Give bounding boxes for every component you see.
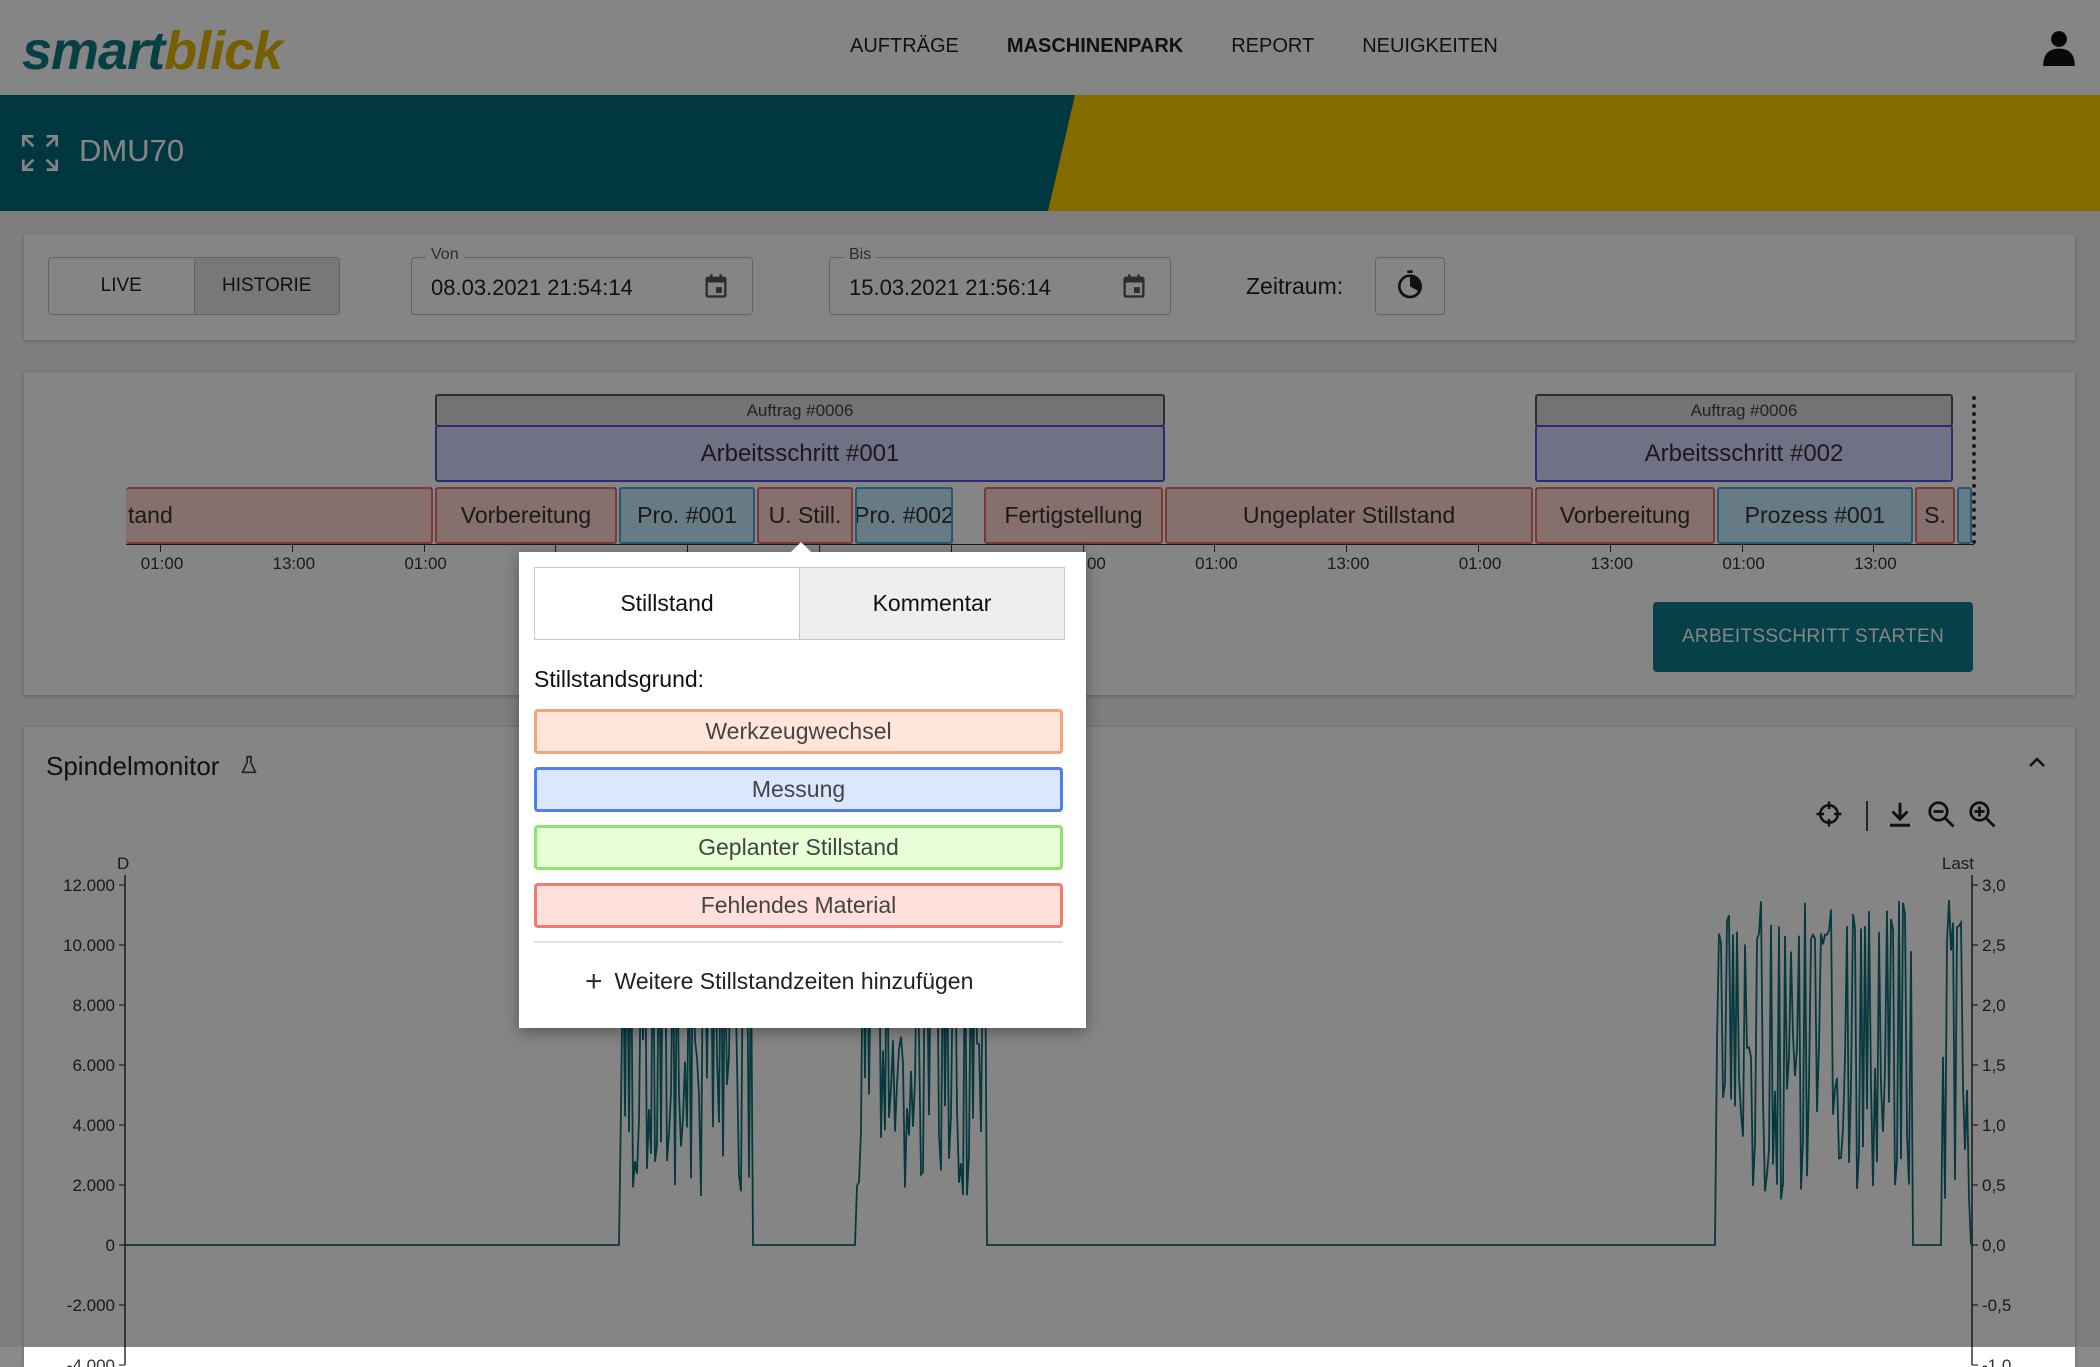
left-tick-label: -4.000 (67, 1356, 115, 1367)
reason-werkzeugwechsel[interactable]: Werkzeugwechsel (534, 709, 1063, 754)
popup-divider (534, 941, 1063, 943)
reason-fehlendes-material[interactable]: Fehlendes Material (534, 883, 1063, 928)
page: smartblick AUFTRÄGE MASCHINENPARK REPORT… (0, 0, 2100, 1367)
popup-arrow (790, 542, 812, 553)
popup-tabs: Stillstand Kommentar (534, 567, 1065, 640)
tab-stillstand[interactable]: Stillstand (535, 568, 799, 639)
right-tick-label: -1,0 (1982, 1356, 2011, 1367)
downtime-reason-label: Stillstandsgrund: (534, 666, 705, 692)
reason-messung[interactable]: Messung (534, 767, 1063, 812)
tab-kommentar[interactable]: Kommentar (799, 568, 1064, 639)
plus-icon: + (585, 964, 603, 998)
add-downtime-button[interactable]: + Weitere Stillstandzeiten hinzufügen (585, 964, 974, 998)
downtime-popup: Stillstand Kommentar Stillstandsgrund: W… (519, 542, 1086, 1028)
add-downtime-label: Weitere Stillstandzeiten hinzufügen (614, 968, 974, 994)
reason-geplanter-stillstand[interactable]: Geplanter Stillstand (534, 825, 1063, 870)
